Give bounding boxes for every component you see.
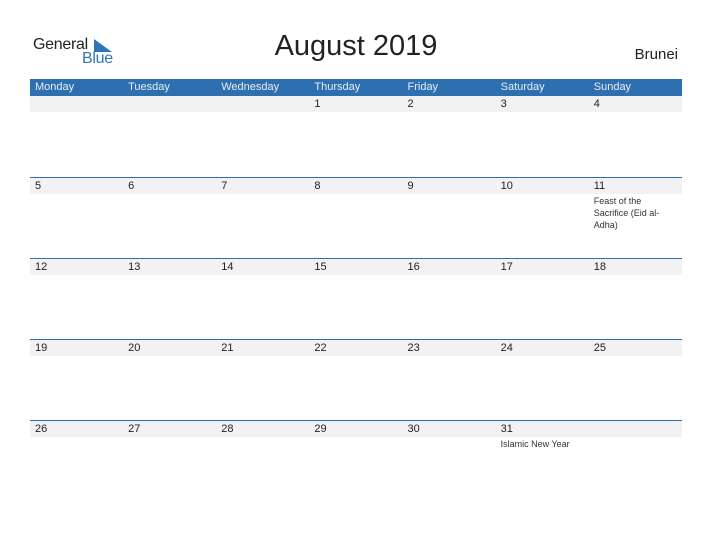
week-days: 1 2 3 4 bbox=[30, 96, 682, 177]
day-cell[interactable]: 24 bbox=[496, 340, 589, 420]
day-number: 10 bbox=[500, 180, 513, 192]
day-number: 19 bbox=[35, 342, 48, 354]
day-number: 25 bbox=[593, 342, 606, 354]
weekday-header: Monday Tuesday Wednesday Thursday Friday… bbox=[30, 79, 682, 96]
day-cell[interactable]: 27 bbox=[123, 421, 216, 501]
day-number: 6 bbox=[128, 180, 135, 192]
weekday-tuesday: Tuesday bbox=[128, 81, 170, 93]
holiday-label: Islamic New Year bbox=[500, 439, 570, 449]
day-cell[interactable]: 25 bbox=[589, 340, 682, 420]
day-number: 12 bbox=[35, 261, 48, 273]
day-number: 15 bbox=[314, 261, 327, 273]
day-number: 4 bbox=[593, 98, 600, 110]
day-cell[interactable]: 23 bbox=[403, 340, 496, 420]
day-cell[interactable]: 17 bbox=[496, 259, 589, 339]
day-cell[interactable]: 26 bbox=[30, 421, 123, 501]
day-number bbox=[594, 421, 682, 437]
day-number bbox=[221, 96, 309, 112]
day-number: 8 bbox=[314, 180, 321, 192]
day-cell[interactable]: 19 bbox=[30, 340, 123, 420]
week-days: 19 20 21 22 23 24 25 bbox=[30, 340, 682, 420]
day-number: 16 bbox=[407, 261, 420, 273]
day-cell[interactable]: 7 bbox=[216, 178, 309, 258]
holiday-label: Feast of the Sacrifice (Eid al-Adha) bbox=[593, 196, 660, 230]
weekday-wednesday: Wednesday bbox=[221, 81, 280, 93]
day-number: 26 bbox=[35, 423, 48, 435]
day-number: 27 bbox=[128, 423, 141, 435]
day-number: 13 bbox=[128, 261, 141, 273]
day-cell[interactable]: 20 bbox=[123, 340, 216, 420]
day-cell[interactable]: 29 bbox=[309, 421, 402, 501]
day-number: 23 bbox=[407, 342, 420, 354]
weekday-monday: Monday bbox=[35, 81, 75, 93]
day-number: 29 bbox=[314, 423, 327, 435]
day-cell[interactable]: 12 bbox=[30, 259, 123, 339]
day-cell[interactable]: 15 bbox=[309, 259, 402, 339]
week-row: 12 13 14 15 16 17 18 bbox=[30, 258, 682, 339]
day-cell[interactable]: 21 bbox=[216, 340, 309, 420]
day-cell[interactable] bbox=[216, 96, 309, 177]
day-number: 21 bbox=[221, 342, 234, 354]
calendar-grid: Monday Tuesday Wednesday Thursday Friday… bbox=[30, 79, 682, 501]
day-number: 5 bbox=[35, 180, 42, 192]
weekday-friday: Friday bbox=[407, 81, 439, 93]
week-row: 19 20 21 22 23 24 25 bbox=[30, 339, 682, 420]
weekday-thursday: Thursday bbox=[314, 81, 361, 93]
weeks-container: 1 2 3 4 5 6 7 8 9 10 11 Feast of the Sacrifice (Eid… bbox=[30, 96, 682, 501]
day-cell[interactable]: 4 bbox=[589, 96, 682, 177]
day-cell[interactable]: 1 bbox=[309, 96, 402, 177]
day-cell[interactable] bbox=[123, 96, 216, 177]
day-cell[interactable]: 11 Feast of the Sacrifice (Eid al-Adha) bbox=[589, 178, 682, 258]
day-number: 1 bbox=[314, 98, 321, 110]
country-label: Brunei bbox=[634, 46, 678, 63]
day-cell[interactable]: 2 bbox=[403, 96, 496, 177]
day-cell[interactable]: 14 bbox=[216, 259, 309, 339]
day-number bbox=[128, 96, 216, 112]
day-cell[interactable] bbox=[30, 96, 123, 177]
day-number: 28 bbox=[221, 423, 234, 435]
day-number: 3 bbox=[500, 98, 507, 110]
day-cell[interactable]: 9 bbox=[403, 178, 496, 258]
week-days: 26 27 28 29 30 31 Islamic New Year bbox=[30, 421, 682, 501]
week-row: 26 27 28 29 30 31 Islamic New Year bbox=[30, 420, 682, 501]
day-number: 17 bbox=[500, 261, 513, 273]
day-number: 7 bbox=[221, 180, 228, 192]
day-number: 14 bbox=[221, 261, 234, 273]
week-row: 5 6 7 8 9 10 11 Feast of the Sacrifice (Eid al-… bbox=[30, 177, 682, 258]
week-row: 1 2 3 4 bbox=[30, 96, 682, 177]
day-cell[interactable]: 16 bbox=[403, 259, 496, 339]
day-number: 9 bbox=[407, 180, 414, 192]
day-cell[interactable]: 30 bbox=[403, 421, 496, 501]
day-number bbox=[35, 96, 123, 112]
weekday-sunday: Sunday bbox=[593, 81, 632, 93]
day-number: 30 bbox=[407, 423, 420, 435]
day-number: 20 bbox=[128, 342, 141, 354]
day-number: 31 bbox=[500, 423, 513, 435]
day-cell[interactable]: 28 bbox=[216, 421, 309, 501]
day-cell[interactable]: 6 bbox=[123, 178, 216, 258]
day-number: 22 bbox=[314, 342, 327, 354]
week-days: 5 6 7 8 9 10 11 Feast of the Sacrifice (Eid al-… bbox=[30, 178, 682, 258]
day-number: 11 bbox=[593, 180, 606, 192]
calendar-title: August 2019 bbox=[274, 30, 438, 62]
day-cell[interactable]: 10 bbox=[496, 178, 589, 258]
day-cell[interactable] bbox=[589, 421, 682, 501]
day-number: 24 bbox=[500, 342, 513, 354]
day-number: 18 bbox=[593, 261, 606, 273]
day-number: 2 bbox=[407, 98, 414, 110]
week-days: 12 13 14 15 16 17 18 bbox=[30, 259, 682, 339]
day-cell[interactable]: 3 bbox=[496, 96, 589, 177]
weekday-saturday: Saturday bbox=[500, 81, 545, 93]
day-cell[interactable]: 31 Islamic New Year bbox=[496, 421, 589, 501]
day-cell[interactable]: 8 bbox=[309, 178, 402, 258]
day-cell[interactable]: 18 bbox=[589, 259, 682, 339]
day-cell[interactable]: 22 bbox=[309, 340, 402, 420]
day-cell[interactable]: 5 bbox=[30, 178, 123, 258]
day-cell[interactable]: 13 bbox=[123, 259, 216, 339]
